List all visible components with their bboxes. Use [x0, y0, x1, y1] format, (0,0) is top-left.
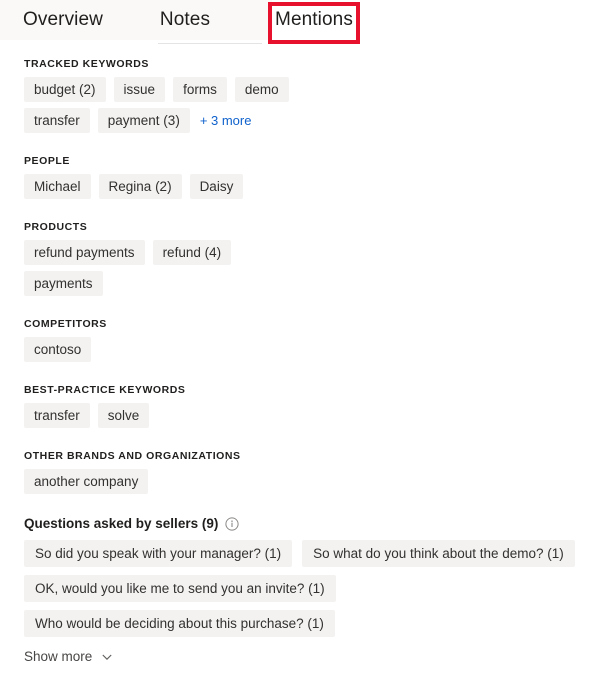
chip-row: transfer solve: [24, 403, 576, 428]
show-more-keywords-link[interactable]: + 3 more: [198, 113, 252, 128]
product-chip[interactable]: payments: [24, 271, 103, 296]
show-more-questions-button[interactable]: Show more: [24, 649, 113, 664]
keyword-chip[interactable]: budget (2): [24, 77, 106, 102]
chip-row: budget (2) issue forms demo: [24, 77, 576, 102]
question-chip[interactable]: Who would be deciding about this purchas…: [24, 610, 335, 637]
person-chip[interactable]: Regina (2): [98, 174, 182, 199]
questions-sellers-chip-row: So did you speak with your manager? (1) …: [24, 540, 576, 567]
best-practice-chip[interactable]: transfer: [24, 403, 90, 428]
section-people: PEOPLE Michael Regina (2) Daisy: [0, 155, 600, 199]
section-competitors: COMPETITORS contoso: [0, 318, 600, 362]
section-title: TRACKED KEYWORDS: [24, 58, 149, 70]
keyword-chip[interactable]: issue: [113, 77, 166, 102]
brand-chip[interactable]: another company: [24, 469, 149, 494]
tab-notes-label: Notes: [159, 9, 211, 30]
show-more-label: Show more: [24, 649, 93, 664]
person-chip[interactable]: Daisy: [189, 174, 244, 199]
section-best-practice-keywords: BEST-PRACTICE KEYWORDS transfer solve: [0, 384, 600, 428]
chip-row: Michael Regina (2) Daisy: [24, 174, 576, 199]
questions-sellers-chip-row: OK, would you like me to send you an inv…: [24, 575, 576, 637]
section-questions-sellers: Questions asked by sellers (9) So did yo…: [0, 516, 600, 666]
section-title: PRODUCTS: [24, 221, 88, 233]
product-chip[interactable]: refund (4): [152, 240, 232, 265]
keyword-chip[interactable]: transfer: [24, 108, 90, 133]
questions-sellers-header: Questions asked by sellers (9): [24, 516, 576, 531]
chip-row: refund payments refund (4): [24, 240, 576, 265]
mentions-panel: Overview Notes Mentions TRACKED KEYWORDS…: [0, 0, 600, 679]
section-other-brands: OTHER BRANDS AND ORGANIZATIONS another c…: [0, 450, 600, 494]
question-chip[interactable]: OK, would you like me to send you an inv…: [24, 575, 336, 602]
competitor-chip[interactable]: contoso: [24, 337, 92, 362]
tab-strip: Overview Notes Mentions: [0, 0, 600, 44]
section-tracked-keywords: TRACKED KEYWORDS budget (2) issue forms …: [0, 58, 600, 133]
question-chip[interactable]: So what do you think about the demo? (1): [302, 540, 575, 567]
section-title: COMPETITORS: [24, 318, 107, 330]
info-circle-icon[interactable]: [225, 516, 239, 531]
chip-row: transfer payment (3) + 3 more: [24, 108, 576, 133]
section-title: PEOPLE: [24, 155, 70, 167]
section-title: BEST-PRACTICE KEYWORDS: [24, 384, 186, 396]
section-title: OTHER BRANDS AND ORGANIZATIONS: [24, 450, 241, 462]
chevron-down-icon: [101, 651, 113, 663]
tab-divider: [158, 43, 262, 44]
best-practice-chip[interactable]: solve: [97, 403, 150, 428]
keyword-chip[interactable]: demo: [234, 77, 289, 102]
question-chip[interactable]: So did you speak with your manager? (1): [24, 540, 293, 567]
mentions-content: TRACKED KEYWORDS budget (2) issue forms …: [0, 48, 600, 679]
tab-overview-label: Overview: [23, 9, 103, 30]
questions-sellers-title: Questions asked by sellers (9): [24, 516, 219, 531]
chip-row: contoso: [24, 337, 576, 362]
chip-row: payments: [24, 271, 576, 296]
person-chip[interactable]: Michael: [24, 174, 91, 199]
tab-notes[interactable]: Notes: [142, 0, 228, 40]
tab-overview[interactable]: Overview: [8, 0, 118, 40]
chip-row: another company: [24, 469, 576, 494]
tab-mentions[interactable]: Mentions: [272, 0, 356, 40]
product-chip[interactable]: refund payments: [24, 240, 145, 265]
keyword-chip[interactable]: forms: [173, 77, 227, 102]
section-products: PRODUCTS refund payments refund (4) paym…: [0, 221, 600, 296]
tab-mentions-label: Mentions: [275, 9, 353, 30]
keyword-chip[interactable]: payment (3): [97, 108, 190, 133]
